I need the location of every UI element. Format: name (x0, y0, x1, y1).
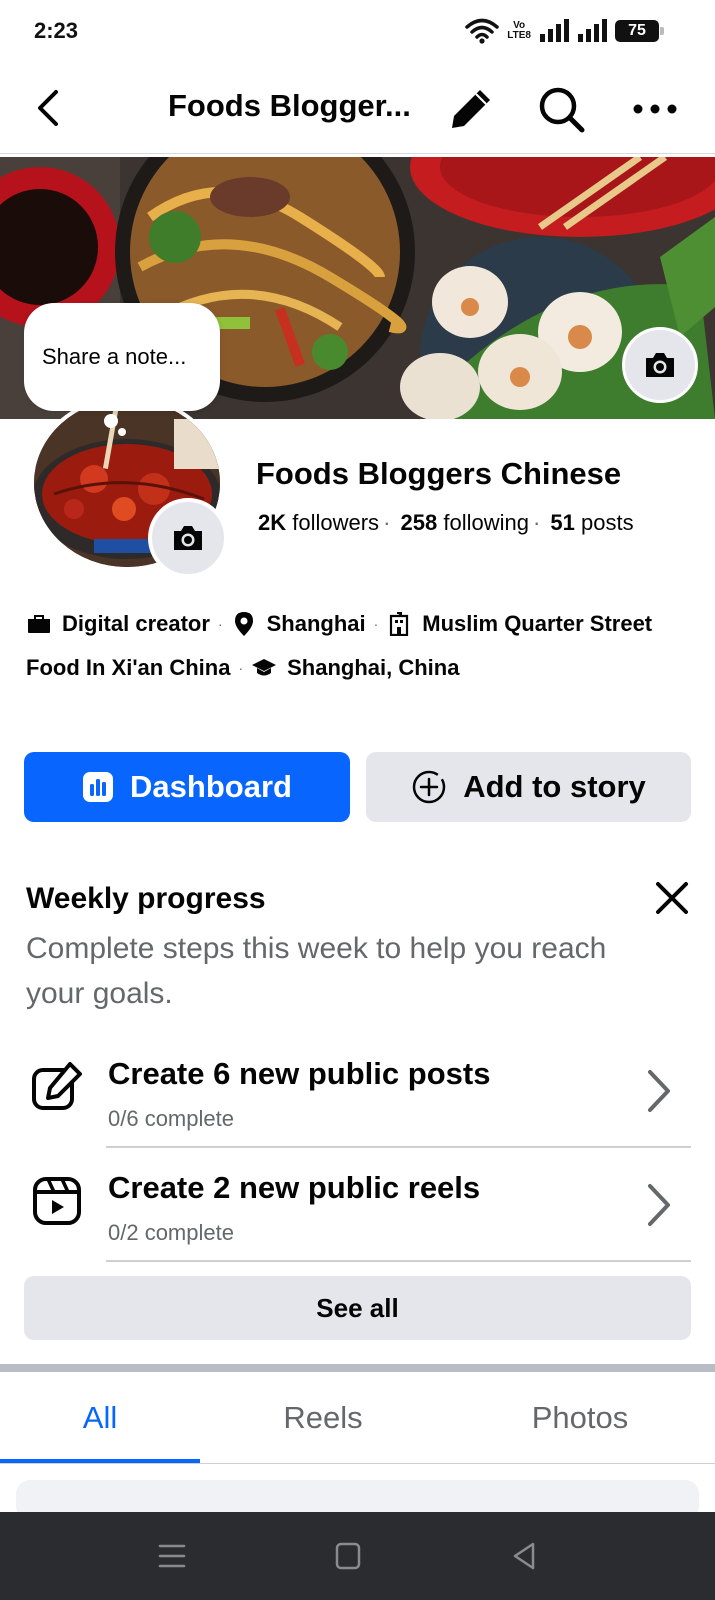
reels-icon (33, 1177, 81, 1225)
battery-icon: 75 (615, 20, 664, 42)
back-triangle-icon[interactable] (505, 1538, 545, 1574)
signal-icon-2 (578, 19, 607, 42)
building-icon (386, 611, 412, 637)
tab-photos[interactable]: Photos (480, 1372, 680, 1464)
volte-indicator: Vo LTE8 (507, 21, 531, 41)
add-circle-icon (412, 770, 446, 804)
see-all-button[interactable]: See all (24, 1276, 691, 1340)
page-title: Foods Blogger... (168, 88, 411, 123)
pencil-icon[interactable] (446, 84, 496, 134)
profile-details: Digital creator · Shanghai · Muslim Quar… (26, 602, 696, 690)
detail-workplace-line1[interactable]: Muslim Quarter Street (422, 602, 652, 646)
weekly-progress-subtitle: Complete steps this week to help you rea… (26, 932, 607, 1010)
add-to-story-button[interactable]: Add to story (366, 752, 691, 822)
active-tab-indicator (0, 1459, 200, 1463)
signal-icon (540, 19, 569, 42)
note-bubble-tail-small (118, 428, 126, 436)
detail-workplace-line2[interactable]: Food In Xi'an China (26, 646, 230, 690)
following-count[interactable]: 258 (401, 510, 438, 535)
chevron-right-icon (648, 1070, 670, 1112)
top-header: Foods Blogger... (0, 64, 715, 154)
tab-reels[interactable]: Reels (223, 1372, 423, 1464)
more-options-icon[interactable] (630, 90, 680, 128)
edit-post-icon (32, 1062, 82, 1110)
status-icons: Vo LTE8 75 (465, 18, 664, 44)
task-progress: 0/6 complete (108, 1106, 234, 1131)
detail-education[interactable]: Shanghai, China (287, 646, 459, 690)
dashboard-label: Dashboard (130, 769, 292, 804)
dashboard-icon (83, 772, 114, 802)
weekly-progress-title: Weekly progress (26, 882, 266, 915)
section-divider (0, 1364, 715, 1372)
location-pin-icon (231, 611, 257, 637)
dashboard-button[interactable]: Dashboard (24, 752, 350, 822)
share-note-bubble[interactable]: Share a note... (24, 303, 220, 411)
followers-count[interactable]: 2K (258, 510, 286, 535)
status-time: 2:23 (34, 18, 79, 43)
task-title: Create 6 new public posts (108, 1056, 491, 1091)
posts-count: 51 (550, 510, 575, 535)
detail-category: Digital creator (62, 611, 210, 636)
task-item-reels[interactable]: Create 2 new public reels 0/2 complete (0, 1148, 715, 1262)
camera-icon (174, 526, 202, 550)
avatar-camera-button[interactable] (148, 498, 228, 578)
close-icon[interactable] (650, 876, 694, 920)
briefcase-icon (26, 611, 52, 637)
back-arrow-icon[interactable] (28, 86, 72, 130)
profile-stats: 2K followers · 258 following · 51 posts (258, 510, 634, 535)
content-tabs: All Reels Photos (0, 1372, 715, 1464)
task-title: Create 2 new public reels (108, 1170, 481, 1205)
graduation-cap-icon (251, 655, 277, 681)
note-bubble-tail (104, 414, 118, 428)
system-nav-bar (0, 1512, 715, 1600)
status-bar: 2:23 Vo LTE8 75 (0, 0, 715, 62)
camera-icon (646, 353, 674, 377)
posts-label: posts (581, 510, 634, 535)
chevron-right-icon (648, 1184, 670, 1226)
following-label[interactable]: following (443, 510, 529, 535)
detail-location[interactable]: Shanghai (267, 602, 366, 646)
menu-icon[interactable] (152, 1538, 192, 1574)
wifi-icon (465, 18, 500, 44)
task-item-posts[interactable]: Create 6 new public posts 0/6 complete (0, 1034, 715, 1148)
followers-label[interactable]: followers (292, 510, 379, 535)
task-progress: 0/2 complete (108, 1220, 234, 1245)
home-icon[interactable] (328, 1538, 368, 1574)
volte-bottom: LTE8 (507, 30, 531, 41)
cover-camera-button[interactable] (622, 327, 698, 403)
profile-name: Foods Bloggers Chinese (256, 456, 622, 491)
tab-all[interactable]: All (0, 1372, 200, 1464)
search-icon[interactable] (536, 84, 588, 136)
divider (106, 1260, 691, 1262)
add-to-story-label: Add to story (463, 769, 646, 804)
